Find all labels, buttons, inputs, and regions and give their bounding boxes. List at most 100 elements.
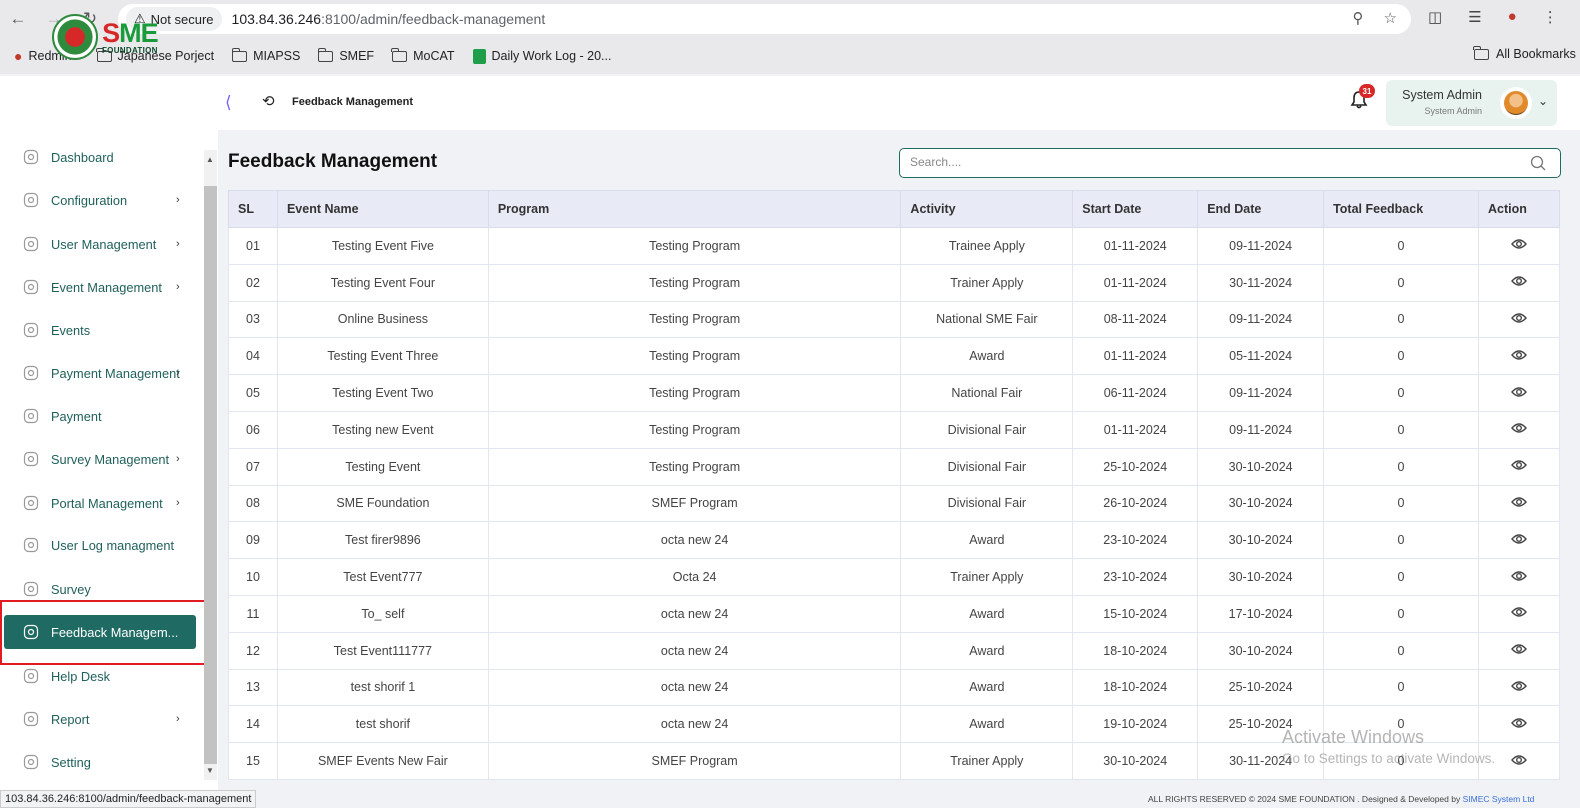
eye-icon[interactable] xyxy=(1511,570,1527,582)
eye-icon[interactable] xyxy=(1511,680,1527,692)
eye-icon[interactable] xyxy=(1511,606,1527,618)
bookmark-daily-work-log[interactable]: Daily Work Log - 20... xyxy=(472,48,611,64)
eye-icon[interactable] xyxy=(1511,754,1527,766)
bookmark-smef[interactable]: SMEF xyxy=(317,47,374,63)
sidebar-item-label: Events xyxy=(51,322,91,338)
sidebar-item-event-management[interactable]: Event Management › xyxy=(0,270,200,304)
start-date-cell: 18-10-2024 xyxy=(1072,668,1199,707)
logo[interactable]: SME FOUNDATION xyxy=(52,14,159,60)
eye-icon[interactable] xyxy=(1511,422,1527,434)
scroll-up-arrow-icon[interactable]: ▲ xyxy=(206,155,214,164)
activity-cell: National Fair xyxy=(900,374,1074,412)
all-bookmarks[interactable]: All Bookmarks xyxy=(1473,45,1576,61)
total-feedback-cell: 0 xyxy=(1323,631,1479,670)
user-menu[interactable]: System Admin System Admin ⌄ xyxy=(1386,80,1557,126)
activity-cell: Award xyxy=(900,668,1074,707)
end-date-cell: 30-10-2024 xyxy=(1197,631,1325,670)
search-input[interactable] xyxy=(910,155,1510,169)
column-header: Action xyxy=(1477,190,1561,228)
event-name-cell: Testing Event xyxy=(276,447,489,486)
status-bar-url: 103.84.36.246:8100/admin/feedback-manage… xyxy=(0,790,257,808)
table-row: 12 Test Event111777 octa new 24 Award 18-10-… xyxy=(228,631,1561,670)
end-date-cell: 09-11-2024 xyxy=(1197,374,1325,412)
eye-icon[interactable] xyxy=(1511,386,1527,398)
eye-icon[interactable] xyxy=(1511,496,1527,508)
back-arrow-icon[interactable]: ← xyxy=(0,0,36,38)
extensions-icon[interactable]: ◫ xyxy=(1428,8,1442,26)
windows-activation-watermark: Activate Windows Go to Settings to activ… xyxy=(1282,727,1496,766)
address-bar[interactable]: ⚠ Not secure 103.84.36.246:8100/admin/fe… xyxy=(118,4,1411,34)
start-date-cell: 23-10-2024 xyxy=(1072,521,1199,560)
end-date-cell: 30-10-2024 xyxy=(1197,558,1325,596)
eye-icon[interactable] xyxy=(1511,238,1527,250)
bookmark-mocat[interactable]: MoCAT xyxy=(391,47,455,63)
table-row: 03 Online Business Testing Program National… xyxy=(228,300,1561,339)
sl-cell: 08 xyxy=(228,484,278,523)
sidebar-item-user-management[interactable]: User Management › xyxy=(0,227,200,261)
sidebar-item-events[interactable]: Events xyxy=(0,313,200,347)
program-cell: Octa 24 xyxy=(487,558,902,596)
end-date-cell: 30-10-2024 xyxy=(1197,447,1325,486)
page-title: Feedback Management xyxy=(228,151,438,172)
bookmarks-bar: ● Redmine Japanese Porject MIAPSS SMEF Mo… xyxy=(0,38,1580,74)
back-icon[interactable]: ⟲ xyxy=(262,92,275,110)
sl-cell: 12 xyxy=(228,631,278,670)
logo-subtext: FOUNDATION xyxy=(102,45,158,55)
program-cell: Testing Program xyxy=(487,300,902,339)
eye-icon[interactable] xyxy=(1511,459,1527,471)
eye-icon[interactable] xyxy=(1511,533,1527,545)
action-cell xyxy=(1477,300,1561,339)
activity-cell: Trainer Apply xyxy=(900,742,1074,780)
chevron-right-icon: › xyxy=(176,238,180,250)
sidebar-item-dashboard[interactable]: Dashboard xyxy=(0,140,200,174)
collapse-sidebar-icon[interactable]: ⟨ xyxy=(225,93,232,113)
eye-icon[interactable] xyxy=(1511,717,1527,729)
chevron-right-icon: › xyxy=(176,367,180,379)
notification-badge: 31 xyxy=(1359,84,1375,98)
start-date-cell: 01-11-2024 xyxy=(1072,410,1199,449)
event-name-cell: To_ self xyxy=(276,594,489,633)
sidebar-item-configuration[interactable]: Configuration › xyxy=(0,183,200,217)
sidebar-item-payment[interactable]: Payment xyxy=(0,399,200,433)
sidebar-scroll-thumb[interactable] xyxy=(204,186,217,764)
url-text[interactable]: 103.84.36.246:8100/admin/feedback-manage… xyxy=(232,11,546,27)
eye-icon[interactable] xyxy=(1511,643,1527,655)
scroll-down-arrow-icon[interactable]: ▼ xyxy=(206,766,214,775)
total-feedback-cell: 0 xyxy=(1323,337,1479,376)
sidebar-item-portal-management[interactable]: Portal Management › xyxy=(0,486,200,520)
sidebar-item-label: Event Management xyxy=(51,279,162,295)
eye-icon[interactable] xyxy=(1511,275,1527,287)
search-box[interactable] xyxy=(899,148,1561,178)
action-cell xyxy=(1477,631,1561,670)
activity-cell: Award xyxy=(900,705,1074,744)
footer-link[interactable]: SIMEC System Ltd xyxy=(1463,794,1535,804)
sidebar-item-payment-management[interactable]: Payment Management › xyxy=(0,356,200,390)
program-cell: octa new 24 xyxy=(487,521,902,560)
sidebar-item-survey-management[interactable]: Survey Management › xyxy=(0,442,200,476)
program-cell: Testing Program xyxy=(487,263,902,302)
zoom-icon[interactable]: ⚲ xyxy=(1353,9,1364,27)
action-cell xyxy=(1477,668,1561,707)
reading-list-icon[interactable]: ☰ xyxy=(1468,8,1481,26)
sl-cell: 01 xyxy=(228,227,278,265)
eye-icon[interactable] xyxy=(1511,349,1527,361)
eye-icon[interactable] xyxy=(1511,312,1527,324)
sidebar-item-label: Survey Management xyxy=(51,451,170,467)
redmine-icon: ● xyxy=(14,48,23,64)
sidebar-item-gear[interactable]: Setting xyxy=(0,745,200,779)
activity-cell: Divisional Fair xyxy=(900,410,1074,449)
start-date-cell: 30-10-2024 xyxy=(1072,742,1199,780)
sidebar-item-user-log[interactable]: User Log managment xyxy=(0,528,200,562)
column-header: Event Name xyxy=(276,190,489,228)
profile-icon[interactable]: ● xyxy=(1508,8,1517,26)
sl-cell: 02 xyxy=(228,263,278,302)
menu-icon[interactable]: ⋮ xyxy=(1543,8,1558,26)
sl-cell: 05 xyxy=(228,374,278,412)
start-date-cell: 26-10-2024 xyxy=(1072,484,1199,523)
bookmark-miapss[interactable]: MIAPSS xyxy=(231,47,300,63)
search-icon[interactable] xyxy=(1530,155,1546,171)
action-cell xyxy=(1477,263,1561,302)
star-icon[interactable]: ☆ xyxy=(1384,9,1397,27)
start-date-cell: 15-10-2024 xyxy=(1072,594,1199,633)
sidebar-item-report[interactable]: Report › xyxy=(0,702,200,736)
